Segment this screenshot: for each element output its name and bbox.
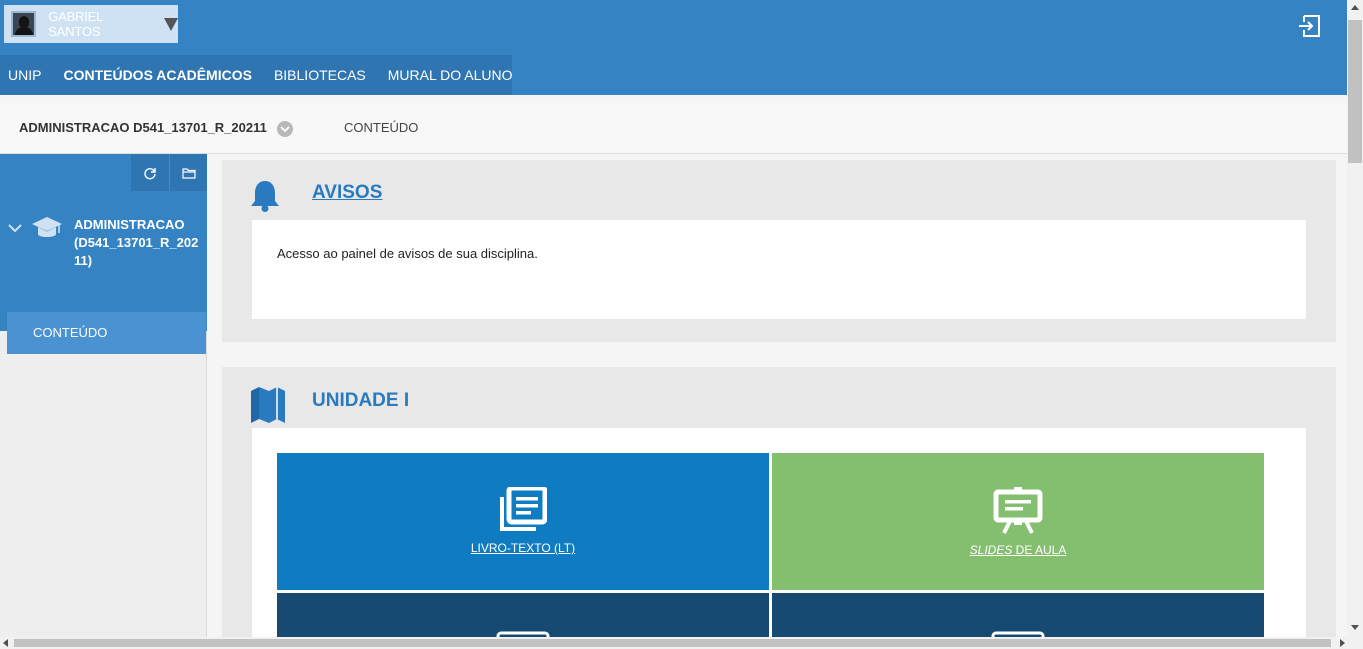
bell-icon xyxy=(251,181,279,212)
nav-item-mural-do-aluno[interactable]: MURAL DO ALUNO xyxy=(377,55,524,95)
scroll-left-icon[interactable] xyxy=(3,639,8,647)
unidade-body: LIVRO-TEXTO (LT) SLIDES DE AULA xyxy=(252,428,1306,637)
breadcrumb-course[interactable]: ADMINISTRACAO D541_13701_R_20211 xyxy=(19,120,267,135)
unidade-panel: UNIDADE I LIVRO-TEXTO (LT) SLIDES DE AUL… xyxy=(222,367,1336,637)
scroll-up-icon[interactable] xyxy=(1351,5,1359,10)
livro-texto-tile[interactable]: LIVRO-TEXTO (LT) xyxy=(277,453,769,590)
presentation-board-icon xyxy=(993,487,1043,534)
avatar xyxy=(11,11,37,37)
content-tile-3[interactable] xyxy=(277,593,769,637)
sidebar-course-title: ADMINISTRACAO (D541_13701_R_20211) xyxy=(74,217,199,268)
folder-icon xyxy=(181,167,196,179)
breadcrumb-section[interactable]: CONTEÚDO xyxy=(344,120,418,135)
horizontal-scroll-thumb[interactable] xyxy=(14,639,1331,647)
avisos-description: Acesso ao painel de avisos de sua discip… xyxy=(277,246,538,261)
slides-link[interactable]: SLIDES DE AULA xyxy=(970,543,1067,557)
chevron-down-icon[interactable] xyxy=(277,121,293,137)
chevron-down-icon[interactable] xyxy=(8,223,22,233)
unidade-title: UNIDADE I xyxy=(312,390,410,411)
logout-icon[interactable] xyxy=(1297,13,1323,39)
avisos-panel: AVISOS Acesso ao painel de avisos de sua… xyxy=(222,160,1336,342)
refresh-button[interactable] xyxy=(131,154,169,191)
sidebar-item-conteudo[interactable]: CONTEÚDO xyxy=(7,312,206,354)
sidebar-course-node[interactable]: ADMINISTRACAO (D541_13701_R_20211) CONTE… xyxy=(0,191,207,354)
scroll-right-icon[interactable] xyxy=(1340,639,1345,647)
main-nav: UNIP CONTEÚDOS ACADÊMICOS BIBLIOTECAS MU… xyxy=(0,55,513,95)
nav-item-unip[interactable]: UNIP xyxy=(0,55,52,95)
user-name: GABRIEL SANTOS xyxy=(48,9,103,39)
slides-tile[interactable]: SLIDES DE AULA xyxy=(772,453,1264,590)
main-content: AVISOS Acesso ao painel de avisos de sua… xyxy=(207,154,1347,637)
nav-item-bibliotecas[interactable]: BIBLIOTECAS xyxy=(263,55,377,95)
vertical-scrollbar[interactable] xyxy=(1347,0,1363,637)
slides-label-rest: DE AULA xyxy=(1012,543,1067,557)
top-header: GABRIEL SANTOS UNIP CONTEÚDOS ACADÊMICOS… xyxy=(0,0,1347,95)
folder-button[interactable] xyxy=(169,154,207,191)
livro-texto-link[interactable]: LIVRO-TEXTO (LT) xyxy=(471,541,575,555)
sidebar: ADMINISTRACAO (D541_13701_R_20211) CONTE… xyxy=(0,154,207,637)
user-menu[interactable]: GABRIEL SANTOS xyxy=(4,5,178,43)
vertical-scroll-thumb[interactable] xyxy=(1348,20,1362,163)
scroll-down-icon[interactable] xyxy=(1351,625,1359,630)
slides-label-italic: SLIDES xyxy=(969,543,1013,557)
avisos-body: Acesso ao painel de avisos de sua discip… xyxy=(252,220,1306,319)
refresh-icon xyxy=(144,167,156,179)
book-pages-icon xyxy=(500,487,547,531)
graduation-cap-icon xyxy=(32,217,62,237)
books-icon xyxy=(251,387,285,423)
sidebar-toolbar xyxy=(0,154,207,191)
content-tile-4[interactable] xyxy=(772,593,1264,637)
caret-down-icon[interactable] xyxy=(164,17,178,31)
avisos-title[interactable]: AVISOS xyxy=(312,182,382,204)
horizontal-scrollbar[interactable] xyxy=(0,637,1363,649)
nav-item-conteudos-academicos[interactable]: CONTEÚDOS ACADÊMICOS xyxy=(52,55,263,95)
breadcrumb: ADMINISTRACAO D541_13701_R_20211 CONTEÚD… xyxy=(0,103,1347,154)
